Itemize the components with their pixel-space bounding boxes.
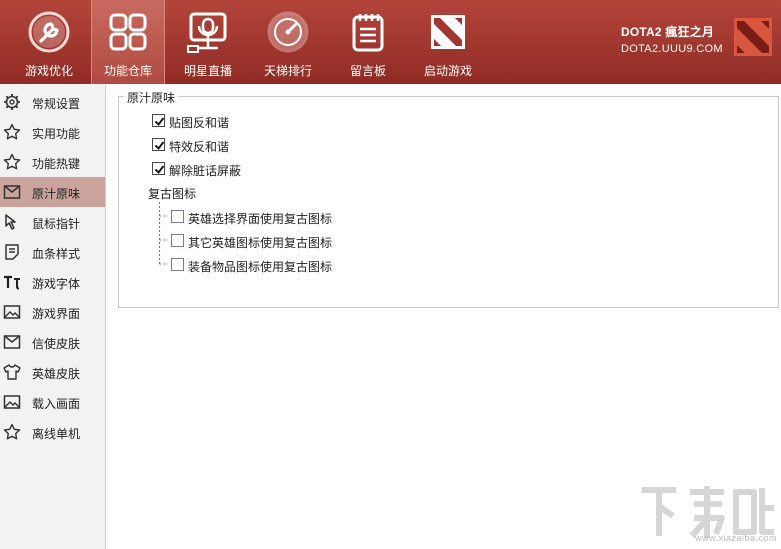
sidebar-item-mouse-cursor[interactable]: 鼠标指针	[0, 207, 105, 237]
watermark-url: www.xiazaiba.com	[694, 533, 777, 543]
checkbox-label: 贴图反和谐	[169, 116, 230, 130]
checkbox-unchecked[interactable]	[171, 258, 184, 271]
sidebar-item-label: 功能热键	[32, 157, 81, 171]
brand-area: DOTA2 瘋狂之月 DOTA2.UUU9.COM	[621, 0, 781, 84]
sidebar-item-game-ui[interactable]: 游戏界面	[0, 297, 105, 327]
sidebar-item-label: 游戏字体	[32, 277, 81, 291]
check-mark-icon	[154, 165, 165, 175]
groupbox-title: 原汁原味	[124, 89, 179, 106]
nav-label: 功能仓库	[103, 64, 152, 78]
sidebar-item-hero-skin[interactable]: 英雄皮肤	[0, 357, 105, 387]
checkbox-label: 其它英雄图标使用复古图标	[188, 236, 333, 250]
nav-launch-game[interactable]: 启动游戏	[411, 0, 485, 84]
healthbar-icon	[5, 244, 19, 260]
brand-url: DOTA2.UUU9.COM	[621, 43, 723, 55]
sidebar-item-game-font[interactable]: 游戏字体	[0, 267, 105, 297]
checkbox-unchecked[interactable]	[171, 234, 184, 247]
sidebar-item-loading-screen[interactable]: 载入画面	[0, 387, 105, 417]
sidebar-item-health-bar[interactable]: 血条样式	[0, 237, 105, 267]
star-icon	[3, 123, 21, 140]
checkbox-checked[interactable]	[152, 114, 165, 127]
nav-label: 明星直播	[183, 64, 232, 78]
live-stream-icon	[187, 12, 227, 53]
checkbox-checked[interactable]	[152, 162, 165, 175]
image-icon	[3, 305, 21, 319]
font-icon	[4, 275, 20, 290]
sidebar-item-hotkeys[interactable]: 功能热键	[0, 147, 105, 177]
tree-connector-lines	[159, 202, 168, 265]
grid-icon	[109, 13, 147, 51]
sidebar-item-label: 游戏界面	[32, 307, 81, 321]
sidebar-item-general-settings[interactable]: 常规设置	[0, 87, 105, 117]
sidebar-item-label: 信使皮肤	[32, 337, 81, 351]
wrench-icon	[28, 11, 70, 53]
sidebar-item-courier-skin[interactable]: 信使皮肤	[0, 327, 105, 357]
notepad-icon	[352, 14, 384, 52]
nav-star-live[interactable]: 明星直播	[171, 0, 245, 84]
image-icon	[3, 395, 21, 409]
nav-label: 启动游戏	[423, 64, 472, 78]
sidebar-item-label: 离线单机	[32, 427, 81, 441]
cursor-icon	[5, 214, 16, 230]
sidebar-item-label: 血条样式	[32, 247, 81, 261]
shirt-icon	[3, 364, 21, 380]
nav-ladder-rank[interactable]: 天梯排行	[251, 0, 325, 84]
checkbox-unchecked[interactable]	[171, 210, 184, 223]
sidebar-item-original-flavor[interactable]: 原汁原味	[0, 177, 105, 207]
sidebar-item-label: 常规设置	[32, 97, 81, 111]
mail-icon	[3, 335, 21, 349]
sidebar-item-utilities[interactable]: 实用功能	[0, 117, 105, 147]
checkbox-checked[interactable]	[152, 138, 165, 151]
sidebar: 常规设置 实用功能 功能热键 原汁原味 鼠标指针 血条样式 游戏字体 游戏界面 …	[0, 84, 106, 549]
nav-game-optimize[interactable]: 游戏优化	[12, 0, 86, 84]
sidebar-item-offline-mode[interactable]: 离线单机	[0, 417, 105, 447]
envelope-icon	[3, 185, 21, 199]
checkbox-label: 解除脏话屏蔽	[169, 164, 242, 178]
dota-logo-icon	[734, 18, 772, 56]
check-mark-icon	[154, 141, 165, 151]
nav-message-board[interactable]: 留言板	[331, 0, 405, 84]
checkbox-label: 英雄选择界面使用复古图标	[188, 212, 333, 226]
top-navigation-bar: 游戏优化 功能仓库 明星直播 天梯排行 留言板 启动游戏 DOTA2 瘋狂之月 …	[0, 0, 781, 84]
sidebar-item-label: 原汁原味	[32, 187, 81, 201]
nav-feature-store[interactable]: 功能仓库	[91, 0, 165, 84]
checkbox-label: 特效反和谐	[169, 140, 230, 154]
nav-label: 留言板	[349, 64, 386, 78]
sidebar-item-label: 鼠标指针	[32, 217, 81, 231]
nav-label: 游戏优化	[24, 64, 73, 78]
gauge-icon	[267, 11, 309, 53]
sidebar-item-label: 英雄皮肤	[32, 367, 81, 381]
nav-label: 天梯排行	[263, 64, 312, 78]
star-icon	[3, 153, 21, 170]
check-mark-icon	[154, 117, 165, 127]
gear-icon	[4, 94, 20, 110]
sidebar-item-label: 实用功能	[32, 127, 81, 141]
checkbox-label: 装备物品图标使用复古图标	[188, 260, 333, 274]
retro-icons-title: 复古图标	[148, 187, 197, 201]
sidebar-item-label: 载入画面	[32, 397, 81, 411]
star-icon	[3, 423, 21, 440]
dota-logo-icon	[431, 15, 465, 49]
brand-title: DOTA2 瘋狂之月	[621, 25, 715, 39]
